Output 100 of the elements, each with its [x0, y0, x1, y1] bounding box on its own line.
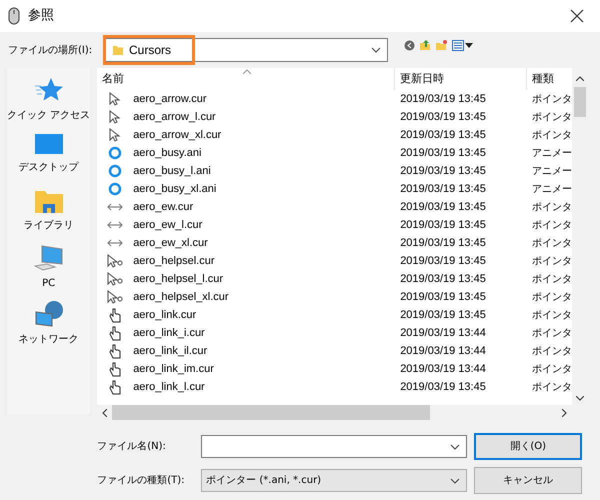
- file-row[interactable]: aero_busy.ani 2019/03/19 13:45 アニメー: [97, 144, 572, 162]
- file-type: アニメー: [531, 182, 572, 196]
- view-menu-icon[interactable]: [452, 40, 473, 50]
- file-row[interactable]: aero_link.cur 2019/03/19 13:45 ポインタ: [97, 306, 572, 324]
- sidebar-item[interactable]: ネットワーク: [18, 300, 79, 348]
- ring-icon: [108, 182, 122, 196]
- scroll-left-icon[interactable]: [102, 408, 108, 416]
- file-row[interactable]: aero_helpsel_xl.cur 2019/03/19 13:45 ポインタ: [97, 288, 572, 306]
- file-row[interactable]: aero_busy_l.ani 2019/03/19 13:45 アニメー: [97, 162, 572, 180]
- open-button[interactable]: 開く(O): [474, 433, 582, 460]
- modified-date: 2019/03/19 13:45: [399, 380, 487, 395]
- scroll-down-icon[interactable]: [576, 396, 584, 401]
- scroll-thumb[interactable]: [574, 87, 586, 117]
- column-header[interactable]: 種類: [527, 68, 572, 90]
- pointer-question-icon: [107, 254, 124, 268]
- location-dropdown[interactable]: Cursors: [105, 38, 388, 62]
- modified-date: 2019/03/19 13:45: [399, 290, 487, 305]
- back-icon[interactable]: [404, 40, 415, 50]
- file-name: aero_busy_l.ani: [133, 164, 211, 179]
- new-folder-icon[interactable]: [435, 39, 448, 51]
- file-row[interactable]: aero_link_i.cur 2019/03/19 13:44 ポインタ: [97, 324, 572, 342]
- file-name: aero_arrow_l.cur: [133, 110, 216, 125]
- file-type: ポインタ: [531, 290, 572, 304]
- file-name: aero_link.cur: [133, 308, 196, 323]
- file-row[interactable]: aero_ew_l.cur 2019/03/19 13:45 ポインタ: [97, 216, 572, 234]
- filetype-dropdown[interactable]: ポインター (*.ani, *.cur): [201, 469, 468, 492]
- computer-icon: [34, 244, 64, 272]
- modified-date: 2019/03/19 13:45: [399, 182, 487, 197]
- file-name: aero_busy_xl.ani: [133, 182, 216, 197]
- file-row[interactable]: aero_busy_xl.ani 2019/03/19 13:45 アニメー: [97, 180, 572, 198]
- modified-date: 2019/03/19 13:45: [399, 272, 487, 287]
- file-name: aero_ew.cur: [133, 200, 194, 215]
- file-row[interactable]: aero_link_l.cur 2019/03/19 13:45 ポインタ: [97, 378, 572, 396]
- pointer-icon: [109, 128, 122, 142]
- file-row[interactable]: aero_link_im.cur 2019/03/19 13:44 ポインタ: [97, 360, 572, 378]
- location-label: ファイルの場所(I):: [8, 44, 94, 58]
- file-row[interactable]: aero_arrow_xl.cur 2019/03/19 13:45 ポインタ: [97, 126, 572, 144]
- ring-icon: [108, 164, 122, 178]
- monitor-icon: [34, 132, 64, 156]
- filename-label: ファイル名(N):: [97, 440, 167, 454]
- file-row[interactable]: aero_ew_xl.cur 2019/03/19 13:45 ポインタ: [97, 234, 572, 252]
- ring-icon: [108, 146, 122, 160]
- file-name: aero_busy.ani: [133, 146, 202, 161]
- file-type: ポインタ: [531, 200, 572, 214]
- modified-date: 2019/03/19 13:45: [399, 218, 487, 233]
- file-row[interactable]: aero_helpsel_l.cur 2019/03/19 13:45 ポインタ: [97, 270, 572, 288]
- modified-date: 2019/03/19 13:45: [399, 308, 487, 323]
- file-row[interactable]: aero_ew.cur 2019/03/19 13:45 ポインタ: [97, 198, 572, 216]
- double-arrow-icon: [107, 221, 124, 229]
- column-header[interactable]: 名前: [97, 68, 396, 90]
- pointer-icon: [109, 110, 122, 124]
- file-name: aero_ew_xl.cur: [133, 236, 208, 251]
- file-name: aero_helpsel_l.cur: [133, 272, 224, 287]
- file-type: ポインタ: [531, 128, 572, 142]
- cancel-button[interactable]: キャンセル: [474, 467, 582, 494]
- modified-date: 2019/03/19 13:44: [399, 344, 487, 359]
- file-name: aero_link_im.cur: [133, 362, 214, 377]
- file-row[interactable]: aero_arrow.cur 2019/03/19 13:45 ポインタ: [97, 90, 572, 108]
- close-icon: [570, 9, 584, 23]
- file-type: ポインタ: [531, 254, 572, 268]
- pointer-icon: [109, 92, 122, 106]
- file-type: ポインタ: [531, 218, 572, 232]
- sidebar-item[interactable]: クイック アクセス: [7, 76, 90, 124]
- mouse-icon: [8, 7, 20, 25]
- modified-date: 2019/03/19 13:45: [399, 128, 487, 143]
- pointer-question-icon: [107, 290, 124, 304]
- pointer-question-icon: [107, 272, 124, 286]
- sidebar-item[interactable]: PC: [34, 244, 64, 292]
- file-name: aero_arrow.cur: [133, 92, 207, 107]
- modified-date: 2019/03/19 13:45: [399, 254, 487, 269]
- modified-date: 2019/03/19 13:45: [399, 110, 487, 125]
- file-name: aero_helpsel.cur: [133, 254, 215, 269]
- filetype-label: ファイルの種類(T):: [97, 474, 186, 488]
- hand-icon: [108, 308, 122, 322]
- file-type: ポインタ: [531, 272, 572, 286]
- folder-icon: [34, 188, 64, 214]
- hand-icon: [108, 380, 122, 394]
- file-row[interactable]: aero_link_il.cur 2019/03/19 13:44 ポインタ: [97, 342, 572, 360]
- double-arrow-icon: [107, 203, 124, 211]
- sidebar-item[interactable]: ライブラリ: [24, 188, 74, 236]
- network-icon: [34, 300, 64, 328]
- file-type: ポインタ: [531, 362, 572, 376]
- window-title: 参照: [28, 7, 54, 26]
- file-type: ポインタ: [531, 92, 572, 106]
- file-type: アニメー: [531, 164, 572, 178]
- file-type: ポインタ: [531, 308, 572, 322]
- up-folder-icon[interactable]: [419, 39, 431, 51]
- column-header[interactable]: 更新日時: [395, 68, 528, 90]
- scroll-thumb[interactable]: [112, 405, 430, 420]
- file-type: ポインタ: [531, 236, 572, 250]
- scroll-right-icon[interactable]: [562, 408, 568, 416]
- scroll-up-icon[interactable]: [576, 76, 584, 81]
- hand-icon: [108, 362, 122, 376]
- filename-field[interactable]: [201, 435, 468, 458]
- modified-date: 2019/03/19 13:45: [399, 164, 487, 179]
- file-type: ポインタ: [531, 326, 572, 340]
- file-row[interactable]: aero_helpsel.cur 2019/03/19 13:45 ポインタ: [97, 252, 572, 270]
- file-row[interactable]: aero_arrow_l.cur 2019/03/19 13:45 ポインタ: [97, 108, 572, 126]
- sidebar-item[interactable]: デスクトップ: [18, 132, 79, 180]
- file-name: aero_link_i.cur: [133, 326, 205, 341]
